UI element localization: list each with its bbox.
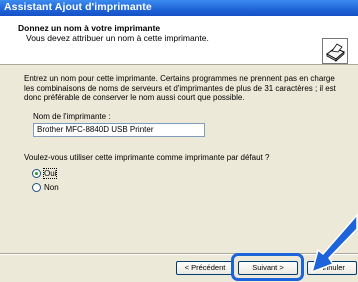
wizard-window: Assistant Ajout d'imprimante Donnez un n…	[0, 0, 358, 282]
pointer-arrow-icon	[311, 214, 358, 273]
